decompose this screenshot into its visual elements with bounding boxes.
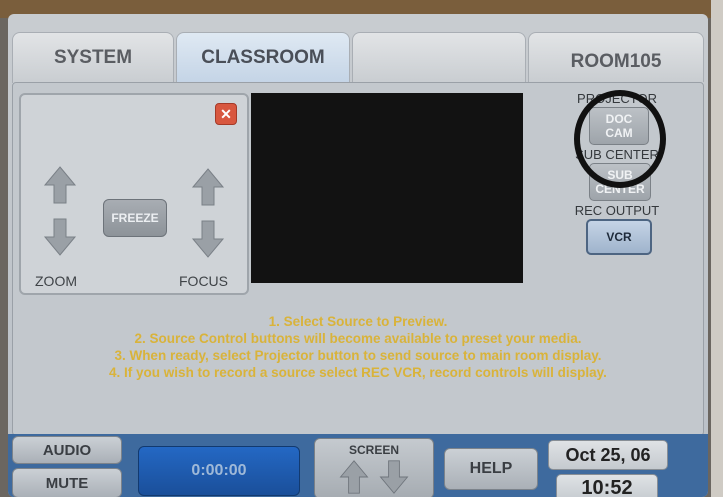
zoom-up-arrow-icon[interactable] [43, 165, 77, 205]
audio-button[interactable]: AUDIO [12, 436, 122, 464]
focus-up-arrow-icon[interactable] [191, 167, 225, 207]
date-display: Oct 25, 06 [548, 440, 668, 470]
date-value: Oct 25, 06 [565, 444, 651, 465]
screen-control: SCREEN [314, 438, 434, 497]
mute-label: MUTE [45, 474, 89, 492]
vcr-button[interactable]: VCR [586, 219, 652, 255]
touch-panel-screen: SYSTEM CLASSROOM ROOM105 ✕ FREEZE ZOOM F… [8, 14, 708, 497]
tab-classroom[interactable]: CLASSROOM [176, 32, 350, 83]
tab-classroom-label: CLASSROOM [201, 47, 325, 68]
close-glyph: ✕ [220, 106, 232, 122]
tab-room105[interactable]: ROOM105 [528, 32, 704, 82]
rec-output-label: REC OUTPUT [574, 203, 660, 218]
timer-value: 0:00:00 [191, 462, 247, 479]
timer-display: 0:00:00 [138, 446, 300, 496]
help-button[interactable]: HELP [444, 448, 538, 490]
zoom-down-arrow-icon[interactable] [43, 217, 77, 257]
help-label: HELP [469, 460, 513, 477]
screen-up-arrow-icon[interactable] [337, 459, 371, 495]
vcr-label: VCR [606, 230, 632, 244]
bottom-bar: AUDIO MUTE 0:00:00 SCREEN HELP Oct 25, 0… [8, 434, 708, 497]
screen-down-arrow-icon[interactable] [377, 459, 411, 495]
instruction-line: 3. When ready, select Projector button t… [114, 348, 602, 363]
camera-control-box: ✕ FREEZE ZOOM FOCUS [19, 93, 249, 295]
photo-frame-right [711, 0, 723, 497]
zoom-label: ZOOM [35, 273, 77, 289]
freeze-button[interactable]: FREEZE [103, 199, 167, 237]
time-value: 10:52 [581, 476, 633, 497]
focus-label: FOCUS [179, 273, 228, 289]
preview-window [251, 93, 523, 283]
tab-system[interactable]: SYSTEM [12, 32, 174, 83]
instruction-line: 2. Source Control buttons will become av… [134, 331, 582, 346]
screen-label: SCREEN [348, 443, 399, 457]
tab-blank[interactable] [352, 32, 526, 83]
ink-circle-annotation [574, 90, 666, 188]
time-display: 10:52 [556, 474, 658, 497]
tab-room105-label: ROOM105 [570, 50, 662, 72]
mute-button[interactable]: MUTE [12, 468, 122, 497]
focus-down-arrow-icon[interactable] [191, 219, 225, 259]
instructions: 1. Select Source to Preview. 2. Source C… [13, 313, 703, 381]
audio-label: AUDIO [42, 441, 92, 459]
close-icon[interactable]: ✕ [215, 103, 237, 125]
freeze-label: FREEZE [111, 211, 159, 225]
instruction-line: 1. Select Source to Preview. [268, 314, 448, 329]
tab-system-label: SYSTEM [53, 47, 133, 68]
instruction-line: 4. If you wish to record a source select… [109, 365, 607, 380]
